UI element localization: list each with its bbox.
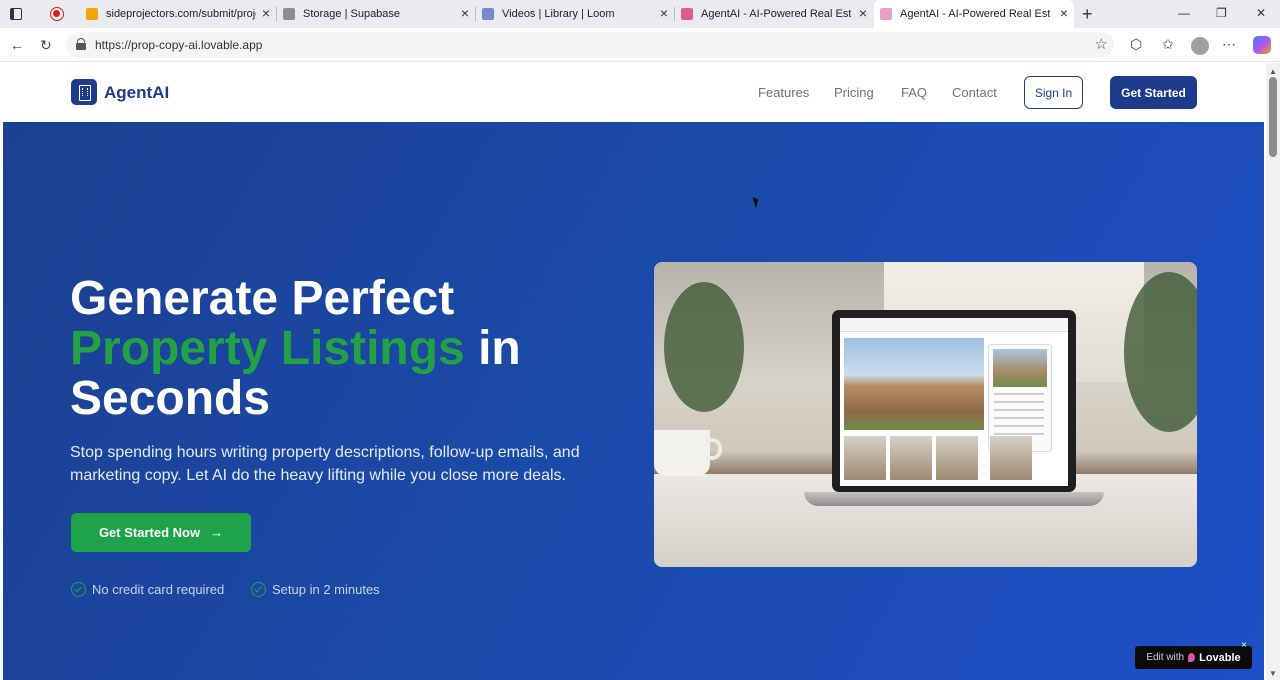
nav-link-faq[interactable]: FAQ bbox=[901, 85, 927, 100]
tab-title: AgentAI - AI-Powered Real Estate bbox=[900, 8, 1050, 20]
browser-tab-1[interactable]: sideprojectors.com/submit/project × bbox=[80, 0, 277, 28]
favorites-icon[interactable]: ✩ bbox=[1162, 36, 1174, 53]
close-icon[interactable]: × bbox=[660, 6, 668, 20]
brand-name[interactable]: AgentAI bbox=[104, 83, 169, 103]
hero-laptop-image bbox=[654, 262, 1197, 567]
building-logo-icon[interactable] bbox=[71, 79, 97, 105]
close-icon[interactable]: × bbox=[1241, 640, 1247, 651]
copilot-icon[interactable] bbox=[1253, 36, 1271, 54]
nav-link-features[interactable]: Features bbox=[758, 85, 809, 100]
sign-in-button[interactable]: Sign In bbox=[1024, 76, 1083, 109]
tab-favicon-icon bbox=[681, 8, 693, 20]
tab-title: sideprojectors.com/submit/project bbox=[106, 8, 256, 20]
window-close-icon[interactable]: ✕ bbox=[1256, 6, 1266, 20]
refresh-icon[interactable]: ↻ bbox=[40, 37, 52, 54]
tab-favicon-icon bbox=[482, 8, 494, 20]
close-icon[interactable]: × bbox=[262, 6, 270, 20]
favorite-star-icon[interactable]: ☆ bbox=[1095, 35, 1108, 53]
arrow-right-icon: → bbox=[210, 525, 224, 540]
page-scrollbar[interactable]: ▲ ▼ bbox=[1266, 63, 1280, 680]
record-icon[interactable] bbox=[50, 7, 64, 21]
feature-check-2: Setup in 2 minutes bbox=[251, 582, 380, 597]
site-header: AgentAI Features Pricing FAQ Contact Sig… bbox=[0, 63, 1266, 122]
check-circle-icon bbox=[251, 582, 266, 597]
tab-title: AgentAI - AI-Powered Real Estate bbox=[701, 8, 851, 20]
browser-tab-active[interactable]: AgentAI - AI-Powered Real Estate × bbox=[874, 0, 1074, 28]
get-started-button[interactable]: Get Started bbox=[1110, 76, 1197, 109]
extensions-icon[interactable]: ⬡ bbox=[1130, 36, 1142, 53]
hero-headline: Generate Perfect Property Listings in Se… bbox=[70, 274, 630, 424]
address-bar-row: ← ↻ https://prop-copy-ai.lovable.app ☆ ⬡… bbox=[0, 28, 1280, 62]
close-icon[interactable]: × bbox=[859, 6, 867, 20]
lovable-heart-icon bbox=[1188, 653, 1196, 662]
tab-title: Videos | Library | Loom bbox=[502, 8, 615, 20]
browser-tab-3[interactable]: Videos | Library | Loom × bbox=[476, 0, 675, 28]
headline-line-1: Generate Perfect bbox=[70, 272, 455, 325]
tab-favicon-icon bbox=[86, 8, 98, 20]
browser-tab-4[interactable]: AgentAI - AI-Powered Real Estate × bbox=[675, 0, 873, 28]
scrollbar-thumb[interactable] bbox=[1269, 77, 1277, 157]
address-bar[interactable]: https://prop-copy-ai.lovable.app ☆ bbox=[66, 32, 1114, 58]
headline-highlight: Property Listings bbox=[70, 322, 465, 375]
feature-check-1: No credit card required bbox=[71, 582, 224, 597]
close-icon[interactable]: × bbox=[461, 6, 469, 20]
badge-prefix: Edit with bbox=[1146, 652, 1185, 663]
tab-actions bbox=[0, 0, 78, 28]
check-label: Setup in 2 minutes bbox=[272, 582, 380, 597]
website-viewport: AgentAI Features Pricing FAQ Contact Sig… bbox=[0, 63, 1266, 680]
headline-in: in bbox=[464, 322, 521, 375]
hero-subtext: Stop spending hours writing property des… bbox=[70, 444, 580, 484]
check-label: No credit card required bbox=[92, 582, 225, 597]
lock-icon[interactable] bbox=[76, 38, 86, 50]
check-circle-icon bbox=[71, 582, 86, 597]
more-menu-icon[interactable]: ⋯ bbox=[1222, 36, 1236, 53]
hero-section: Generate Perfect Property Listings in Se… bbox=[3, 122, 1264, 680]
profile-avatar[interactable] bbox=[1191, 37, 1209, 55]
badge-brand: Lovable bbox=[1199, 651, 1241, 664]
url-text[interactable]: https://prop-copy-ai.lovable.app bbox=[95, 38, 262, 52]
get-started-now-button[interactable]: Get Started Now → bbox=[71, 513, 251, 552]
maximize-icon[interactable]: ❐ bbox=[1216, 6, 1227, 20]
tab-actions-icon[interactable] bbox=[10, 8, 22, 20]
scroll-up-icon[interactable]: ▲ bbox=[1269, 67, 1277, 76]
browser-tab-bar: sideprojectors.com/submit/project × Stor… bbox=[0, 0, 1280, 28]
tab-title: Storage | Supabase bbox=[303, 8, 401, 20]
browser-tab-2[interactable]: Storage | Supabase × bbox=[277, 0, 476, 28]
tab-favicon-icon bbox=[283, 8, 295, 20]
back-icon[interactable]: ← bbox=[10, 37, 24, 53]
headline-line-3: Seconds bbox=[70, 372, 271, 425]
edit-with-lovable-badge[interactable]: Edit with Lovable × bbox=[1135, 640, 1252, 669]
tab-favicon-icon bbox=[880, 8, 892, 20]
close-icon[interactable]: × bbox=[1060, 6, 1068, 20]
minimize-icon[interactable]: — bbox=[1178, 6, 1190, 20]
new-tab-icon[interactable]: + bbox=[1082, 4, 1093, 25]
nav-link-pricing[interactable]: Pricing bbox=[834, 85, 874, 100]
scroll-down-icon[interactable]: ▼ bbox=[1269, 669, 1277, 678]
cta-label: Get Started Now bbox=[98, 525, 201, 540]
nav-link-contact[interactable]: Contact bbox=[952, 85, 997, 100]
